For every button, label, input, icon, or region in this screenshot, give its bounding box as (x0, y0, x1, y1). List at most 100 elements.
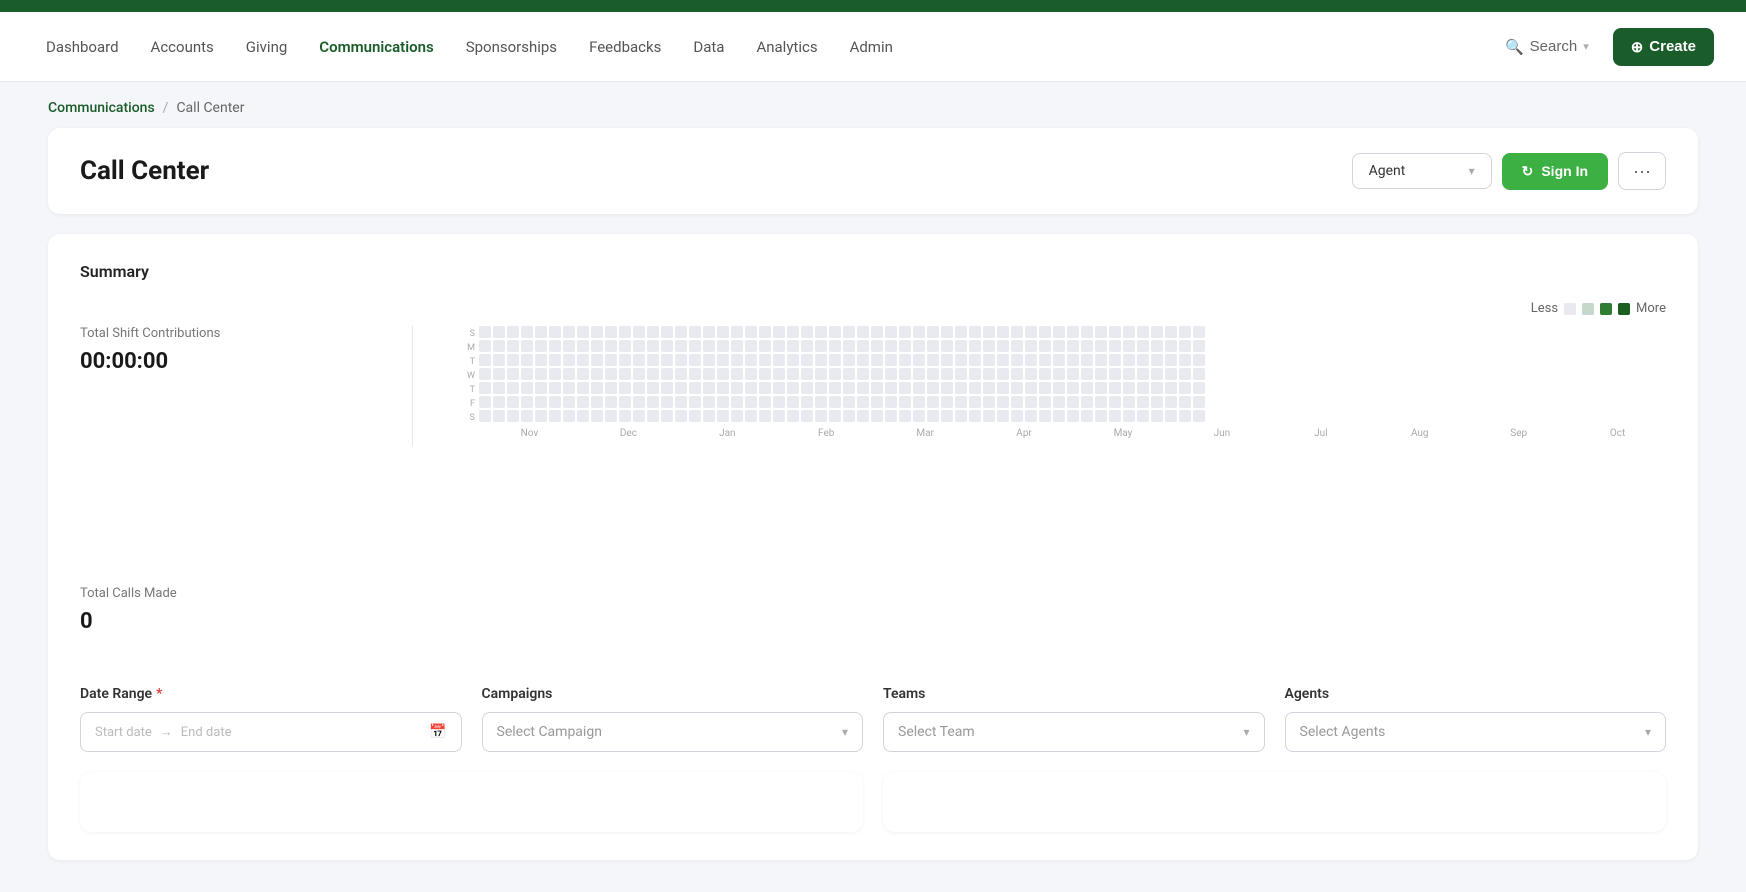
heatmap-cell (759, 354, 771, 366)
heatmap-cell (745, 326, 757, 338)
heatmap-cell (675, 368, 687, 380)
heatmap-cell (493, 396, 505, 408)
heatmap-cell (1109, 382, 1121, 394)
agent-dropdown[interactable]: Agent ▾ (1352, 153, 1492, 189)
heatmap-cell (507, 368, 519, 380)
heatmap-cell (549, 396, 561, 408)
nav-item-giving[interactable]: Giving (232, 30, 301, 64)
heatmap-cell (717, 410, 729, 422)
heatmap-cell (689, 340, 701, 352)
heatmap-cell (969, 396, 981, 408)
legend-box-4 (1618, 303, 1630, 315)
heatmap-week (857, 326, 869, 424)
nav-item-accounts[interactable]: Accounts (137, 30, 228, 64)
heatmap-week (1123, 326, 1135, 424)
heatmap-cell (619, 340, 631, 352)
heatmap-week (633, 326, 645, 424)
heatmap-cell (1081, 326, 1093, 338)
heatmap-cell (1025, 368, 1037, 380)
chevron-down-icon: ▾ (1583, 40, 1589, 53)
heatmap-cell (1053, 410, 1065, 422)
more-options-button[interactable]: ··· (1618, 152, 1666, 190)
heatmap-cell (591, 368, 603, 380)
heatmap-cell (1025, 410, 1037, 422)
heatmap-cell (843, 410, 855, 422)
agents-dropdown[interactable]: Select Agents ▾ (1285, 712, 1667, 752)
heatmap-cell (675, 396, 687, 408)
heatmap-cell (549, 354, 561, 366)
heatmap-cell (773, 410, 785, 422)
search-button[interactable]: 🔍 Search ▾ (1493, 30, 1601, 64)
heatmap-cell (605, 354, 617, 366)
day-w: W (461, 370, 475, 382)
heatmap-cell (563, 382, 575, 394)
heatmap-cell (801, 382, 813, 394)
heatmap-cell (521, 382, 533, 394)
heatmap-cell (493, 340, 505, 352)
heatmap-cell (731, 340, 743, 352)
bottom-card-right (883, 772, 1666, 832)
heatmap-cell (745, 382, 757, 394)
heatmap-cell (689, 396, 701, 408)
agent-dropdown-label: Agent (1369, 163, 1406, 179)
legend-less-label: Less (1531, 301, 1558, 316)
teams-label: Teams (883, 686, 1265, 702)
heatmap-cell (661, 354, 673, 366)
heatmap-cell (983, 368, 995, 380)
arrow-icon: → (160, 724, 173, 740)
heatmap-cell (675, 326, 687, 338)
nav-item-communications[interactable]: Communications (305, 30, 447, 64)
nav-item-feedbacks[interactable]: Feedbacks (575, 30, 675, 64)
nav-item-admin[interactable]: Admin (836, 30, 907, 64)
create-button[interactable]: ⊕ Create (1613, 28, 1714, 66)
breadcrumb-link[interactable]: Communications (48, 100, 155, 116)
nav-items: Dashboard Accounts Giving Communications… (32, 30, 1493, 64)
teams-dropdown[interactable]: Select Team ▾ (883, 712, 1265, 752)
chevron-down-icon: ▾ (842, 725, 848, 739)
nav-item-sponsorships[interactable]: Sponsorships (452, 30, 571, 64)
heatmap-week (689, 326, 701, 424)
heatmap-cell (563, 368, 575, 380)
nav-item-analytics[interactable]: Analytics (742, 30, 831, 64)
heatmap-cell (731, 396, 743, 408)
heatmap-cell (591, 326, 603, 338)
nav-item-dashboard[interactable]: Dashboard (32, 30, 133, 64)
heatmap-cell (731, 326, 743, 338)
heatmap-cell (843, 368, 855, 380)
heatmap-cell (997, 354, 1009, 366)
heatmap-cell (927, 326, 939, 338)
heatmap-cell (507, 326, 519, 338)
heatmap-cell (1193, 382, 1205, 394)
search-icon: 🔍 (1505, 38, 1524, 56)
month-label: Mar (877, 428, 974, 439)
heatmap-cell (605, 368, 617, 380)
heatmap-cell (773, 368, 785, 380)
heatmap-week (801, 326, 813, 424)
heatmap-cell (605, 326, 617, 338)
heatmap-cell (955, 368, 967, 380)
heatmap-cell (633, 396, 645, 408)
campaigns-dropdown[interactable]: Select Campaign ▾ (482, 712, 864, 752)
heatmap-cell (493, 382, 505, 394)
heatmap-cell (1151, 368, 1163, 380)
date-range-input[interactable]: Start date → End date 📅 (80, 712, 462, 752)
month-label: Nov (481, 428, 578, 439)
nav-item-data[interactable]: Data (679, 30, 738, 64)
heatmap-cell (927, 368, 939, 380)
heatmap-cell (1025, 396, 1037, 408)
heatmap-cell (633, 340, 645, 352)
heatmap-cell (1165, 410, 1177, 422)
heatmap-cell (927, 396, 939, 408)
navigation: Dashboard Accounts Giving Communications… (0, 12, 1746, 82)
heatmap-week (955, 326, 967, 424)
heatmap-cell (927, 340, 939, 352)
heatmap-cell (829, 326, 841, 338)
heatmap-cell (885, 382, 897, 394)
heatmap-week (1025, 326, 1037, 424)
heatmap-cell (1179, 396, 1191, 408)
heatmap-cell (717, 382, 729, 394)
signin-button[interactable]: ↻ Sign In (1502, 153, 1608, 190)
heatmap-cell (1109, 326, 1121, 338)
heatmap-cell (759, 340, 771, 352)
heatmap-week (1193, 326, 1205, 424)
